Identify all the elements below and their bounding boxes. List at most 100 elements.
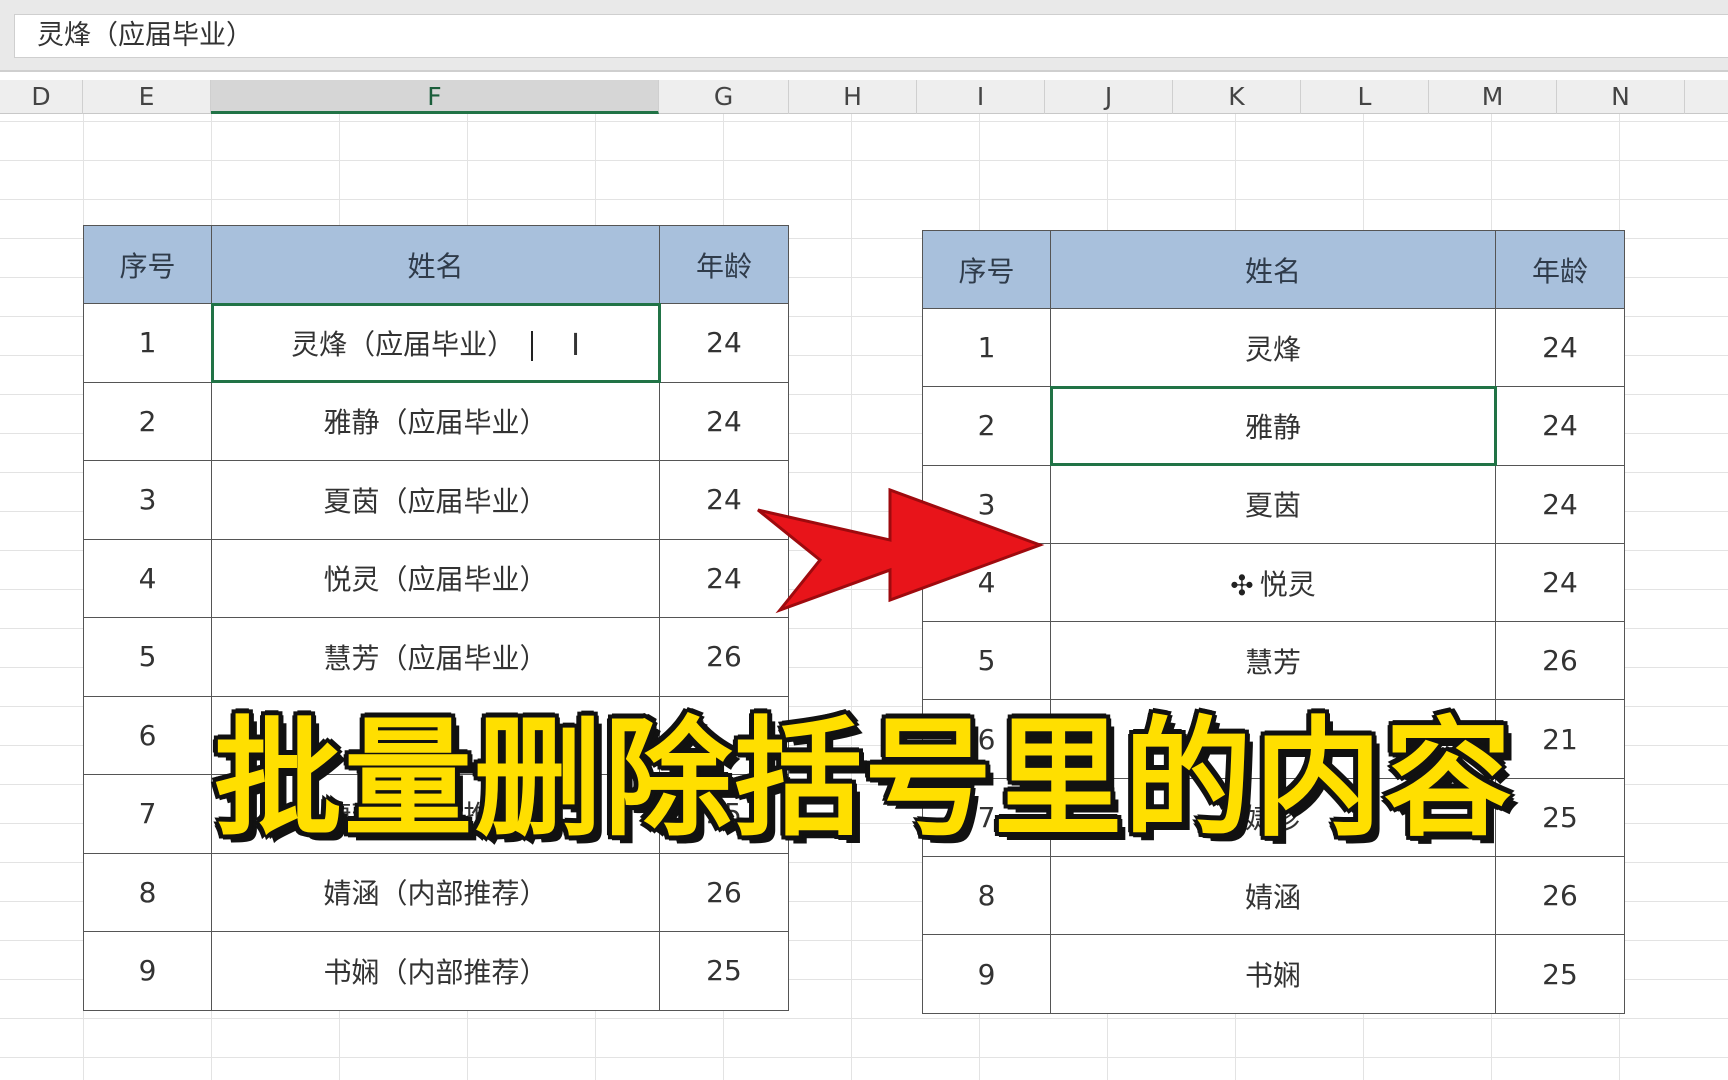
cell-age[interactable]: 24 — [659, 303, 789, 383]
cell-seq[interactable]: 9 — [83, 931, 212, 1011]
cell-age[interactable]: 26 — [659, 852, 789, 932]
cell-name-text: 雅静（应届毕业） — [323, 406, 548, 440]
table-row: 8 婧涵 26 — [922, 856, 1625, 936]
cell-age-text: 24 — [1542, 487, 1578, 521]
table-row: 2 雅静（应届毕业） 24 — [83, 381, 789, 461]
cell-name-text: 悦灵 — [1259, 567, 1316, 601]
cell-name-text: 婧涵 — [1244, 880, 1301, 914]
cell-name[interactable]: 灵烽 — [1050, 307, 1496, 388]
cell-seq-text: 4 — [138, 561, 157, 595]
cell-name[interactable]: 夏茵 — [1050, 464, 1496, 544]
cell-seq[interactable]: 3 — [83, 460, 212, 540]
cell-age[interactable]: 25 — [659, 931, 789, 1011]
header-seq[interactable]: 序号 — [83, 225, 212, 304]
column-header-d[interactable]: D — [0, 80, 83, 114]
table-row: 2 雅静 24 — [922, 385, 1625, 467]
cell-age-text: 24 — [1542, 331, 1578, 365]
cell-seq-text: 9 — [977, 957, 996, 991]
cell-seq-text: 8 — [977, 879, 996, 913]
text-ibeam-icon: I — [571, 328, 580, 363]
header-age[interactable]: 年龄 — [659, 225, 789, 304]
cell-seq[interactable]: 2 — [83, 381, 212, 461]
cell-seq[interactable]: 1 — [83, 303, 212, 383]
cell-seq[interactable]: 1 — [922, 307, 1051, 388]
table-row: 4 悦灵（应届毕业） 24 — [83, 538, 789, 618]
cell-name[interactable]: 婧涵 — [1050, 856, 1496, 936]
column-header-f[interactable]: F — [211, 80, 659, 114]
cell-name[interactable]: 雅静 — [1049, 385, 1497, 467]
table-row: 9 书娴 25 — [922, 934, 1625, 1014]
overlay-caption: 批量删除括号里的内容 — [213, 705, 1514, 854]
cell-age[interactable]: 24 — [1495, 464, 1625, 544]
cell-age[interactable]: 24 — [1495, 386, 1625, 466]
cell-seq-text: 1 — [138, 326, 157, 360]
cell-seq-text: 2 — [138, 404, 157, 438]
cell-seq[interactable]: 9 — [922, 934, 1051, 1014]
cell-name-text: 灵烽 — [1244, 332, 1301, 366]
cell-age-text: 26 — [1542, 879, 1578, 913]
cell-age[interactable]: 24 — [1495, 307, 1625, 388]
cell-seq-text: 3 — [138, 483, 157, 517]
column-header-k[interactable]: K — [1173, 80, 1301, 114]
cell-name[interactable]: 书娴 — [1050, 934, 1496, 1014]
column-header-g[interactable]: G — [659, 80, 789, 114]
cell-seq[interactable]: 2 — [922, 386, 1051, 466]
cell-name[interactable]: 灵烽（应届毕业） I — [210, 302, 661, 383]
cell-age-text: 26 — [1542, 644, 1578, 678]
cell-seq[interactable]: 8 — [922, 856, 1051, 936]
cell-name-text: 雅静 — [1244, 410, 1301, 444]
table-row: 3 夏茵（应届毕业） 24 — [83, 460, 789, 540]
column-header-i[interactable]: I — [917, 80, 1045, 114]
table-after: 序号 姓名 年龄 1 灵烽 24 2 雅静 24 3 夏茵 24 4 ✣ 悦灵 24 5 慧芳 26 6 21 7 婕… — [922, 230, 1625, 1014]
table-header-row: 序号 姓名 年龄 — [922, 230, 1625, 309]
cell-name-text: 悦灵（应届毕业） — [323, 563, 548, 597]
cell-name[interactable]: 婧涵（内部推荐） — [211, 852, 660, 932]
cell-age[interactable]: 24 — [1495, 542, 1625, 623]
table-before: 序号 姓名 年龄 1 灵烽（应届毕业） I 24 2 雅静（应届毕业） 24 3 夏茵（应届毕业… — [83, 225, 789, 1011]
header-seq[interactable]: 序号 — [922, 230, 1051, 309]
column-header-e[interactable]: E — [83, 80, 211, 114]
cell-age-text: 24 — [706, 404, 742, 438]
cell-age[interactable]: 24 — [659, 381, 789, 461]
table-row: 9 书娴（内部推荐） 25 — [83, 931, 789, 1011]
header-name[interactable]: 姓名 — [1050, 230, 1496, 309]
cell-seq[interactable]: 8 — [83, 852, 212, 932]
cell-age-text: 24 — [1542, 409, 1578, 443]
cell-name-text: 灵烽（应届毕业） — [291, 327, 516, 361]
cell-seq-text: 8 — [138, 875, 157, 909]
cell-age-text: 26 — [706, 875, 742, 909]
cell-age-text: 25 — [706, 954, 742, 988]
column-header-h[interactable]: H — [789, 80, 917, 114]
table-row: 1 灵烽 24 — [922, 307, 1625, 388]
formula-input[interactable]: 灵烽（应届毕业） — [14, 14, 1728, 58]
cell-seq[interactable]: 4 — [83, 538, 212, 618]
cell-seq-text: 1 — [977, 331, 996, 365]
cell-age[interactable]: 25 — [1495, 934, 1625, 1014]
cell-age-text: 24 — [706, 561, 742, 595]
cell-seq-text: 2 — [977, 409, 996, 443]
cell-seq-text: 5 — [977, 644, 996, 678]
header-name[interactable]: 姓名 — [211, 225, 660, 304]
cell-name[interactable]: 悦灵（应届毕业） — [211, 538, 660, 618]
cell-name[interactable]: 夏茵（应届毕业） — [211, 460, 660, 540]
cell-name-text: 夏茵（应届毕业） — [323, 484, 548, 518]
cell-name[interactable]: 雅静（应届毕业） — [211, 381, 660, 461]
column-header-n[interactable]: N — [1557, 80, 1685, 114]
move-cross-icon: ✣ — [1230, 569, 1254, 603]
cell-name-text: 婧涵（内部推荐） — [323, 877, 548, 911]
formula-bar: 灵烽（应届毕业） — [0, 0, 1728, 72]
table-row: 1 灵烽（应届毕业） I 24 — [83, 302, 789, 383]
column-header-l[interactable]: L — [1301, 80, 1429, 114]
cell-name[interactable]: 书娴（内部推荐） — [211, 931, 660, 1011]
header-age[interactable]: 年龄 — [1495, 230, 1625, 309]
cell-name-text: 慧芳 — [1244, 645, 1301, 679]
cell-age[interactable]: 26 — [1495, 856, 1625, 936]
cell-name[interactable]: ✣ 悦灵 — [1050, 542, 1496, 623]
column-header-j[interactable]: J — [1045, 80, 1173, 114]
column-header-strip: DEFGHIJKLMN — [0, 80, 1728, 114]
cell-name-text: 夏茵 — [1244, 489, 1301, 523]
cell-age-text: 25 — [1542, 957, 1578, 991]
cell-age-text: 24 — [706, 326, 742, 360]
text-caret — [531, 330, 534, 361]
column-header-m[interactable]: M — [1429, 80, 1557, 114]
